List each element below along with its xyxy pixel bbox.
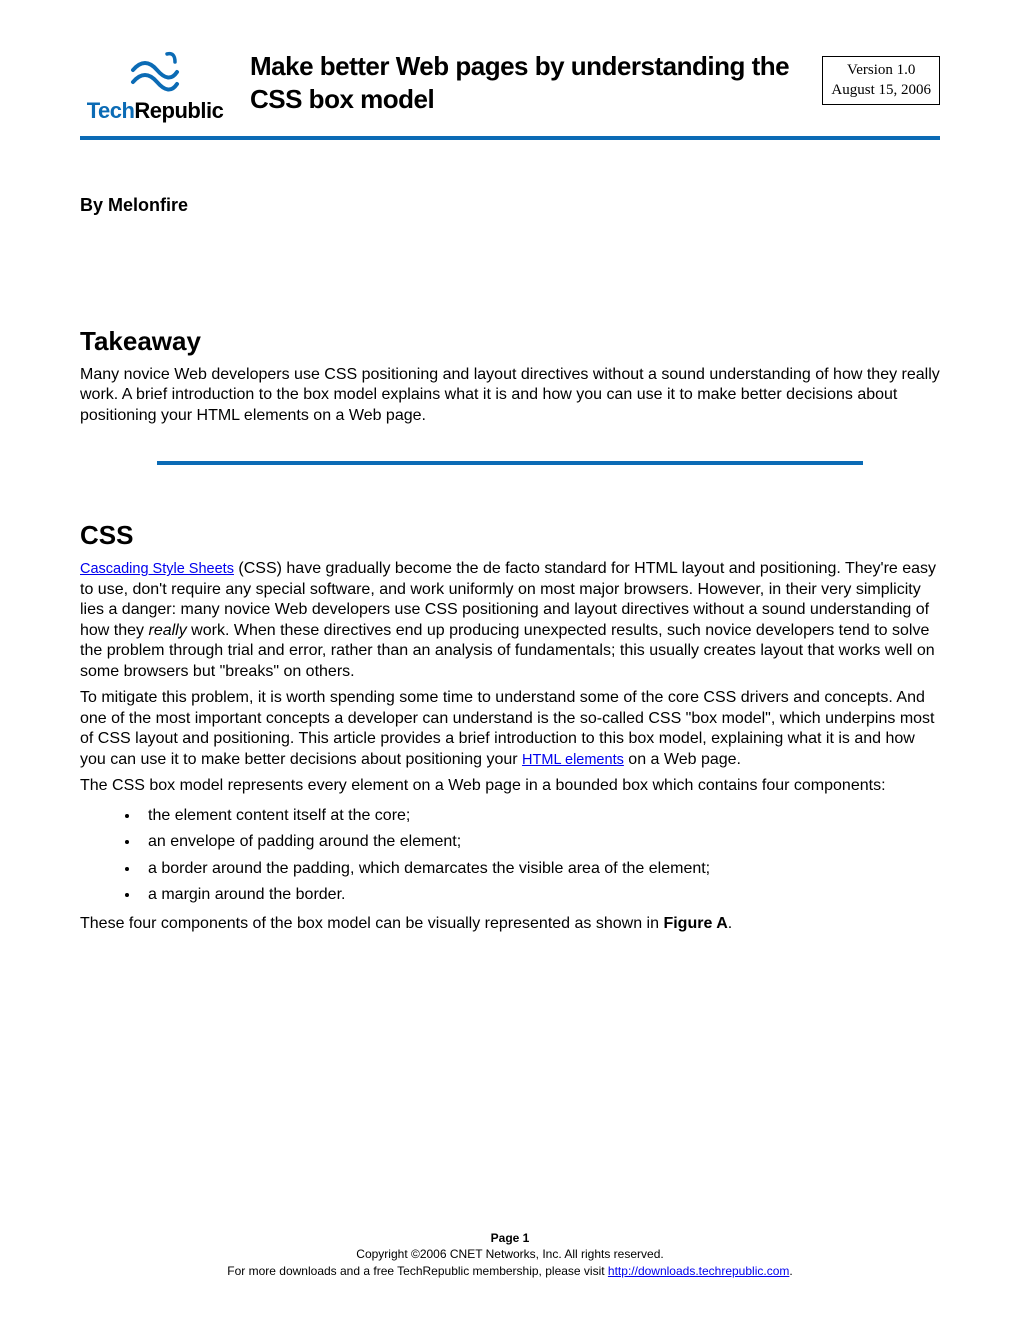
takeaway-heading: Takeaway [80,326,940,357]
logo-wave-icon [80,50,230,96]
figure-a-reference: Figure A [663,915,727,932]
document-title: Make better Web pages by understanding t… [250,50,802,115]
list-item: a margin around the border. [140,882,940,908]
takeaway-text: Many novice Web developers use CSS posit… [80,365,940,426]
byline: By Melonfire [80,195,940,216]
cascading-style-sheets-link[interactable]: Cascading Style Sheets [80,561,234,577]
logo-wordmark: TechRepublic [80,98,230,124]
list-item: an envelope of padding around the elemen… [140,829,940,855]
footer-more-line: For more downloads and a free TechRepubl… [0,1263,1020,1280]
section-divider [157,461,862,465]
html-elements-link[interactable]: HTML elements [522,752,624,768]
list-item: the element content itself at the core; [140,803,940,829]
page-footer: Page 1 Copyright ©2006 CNET Networks, In… [0,1230,1020,1280]
downloads-link[interactable]: http://downloads.techrepublic.com [608,1264,789,1278]
version-box: Version 1.0 August 15, 2006 [822,56,940,105]
header-divider [80,136,940,140]
version-label: Version 1.0 [831,61,931,81]
list-item: a border around the padding, which demar… [140,856,940,882]
document-header: TechRepublic Make better Web pages by un… [80,50,940,134]
css-heading: CSS [80,520,940,551]
css-paragraph-1: Cascading Style Sheets (CSS) have gradua… [80,559,940,682]
logo-republic-text: Republic [134,98,223,123]
css-paragraph-4: These four components of the box model c… [80,914,940,934]
box-model-components-list: the element content itself at the core; … [140,803,940,909]
page-number: Page 1 [0,1230,1020,1247]
css-paragraph-3: The CSS box model represents every eleme… [80,776,940,796]
css-paragraph-2: To mitigate this problem, it is worth sp… [80,688,940,770]
version-date: August 15, 2006 [831,81,931,101]
copyright-text: Copyright ©2006 CNET Networks, Inc. All … [0,1246,1020,1263]
techrepublic-logo: TechRepublic [80,50,230,124]
logo-tech-text: Tech [87,98,135,123]
